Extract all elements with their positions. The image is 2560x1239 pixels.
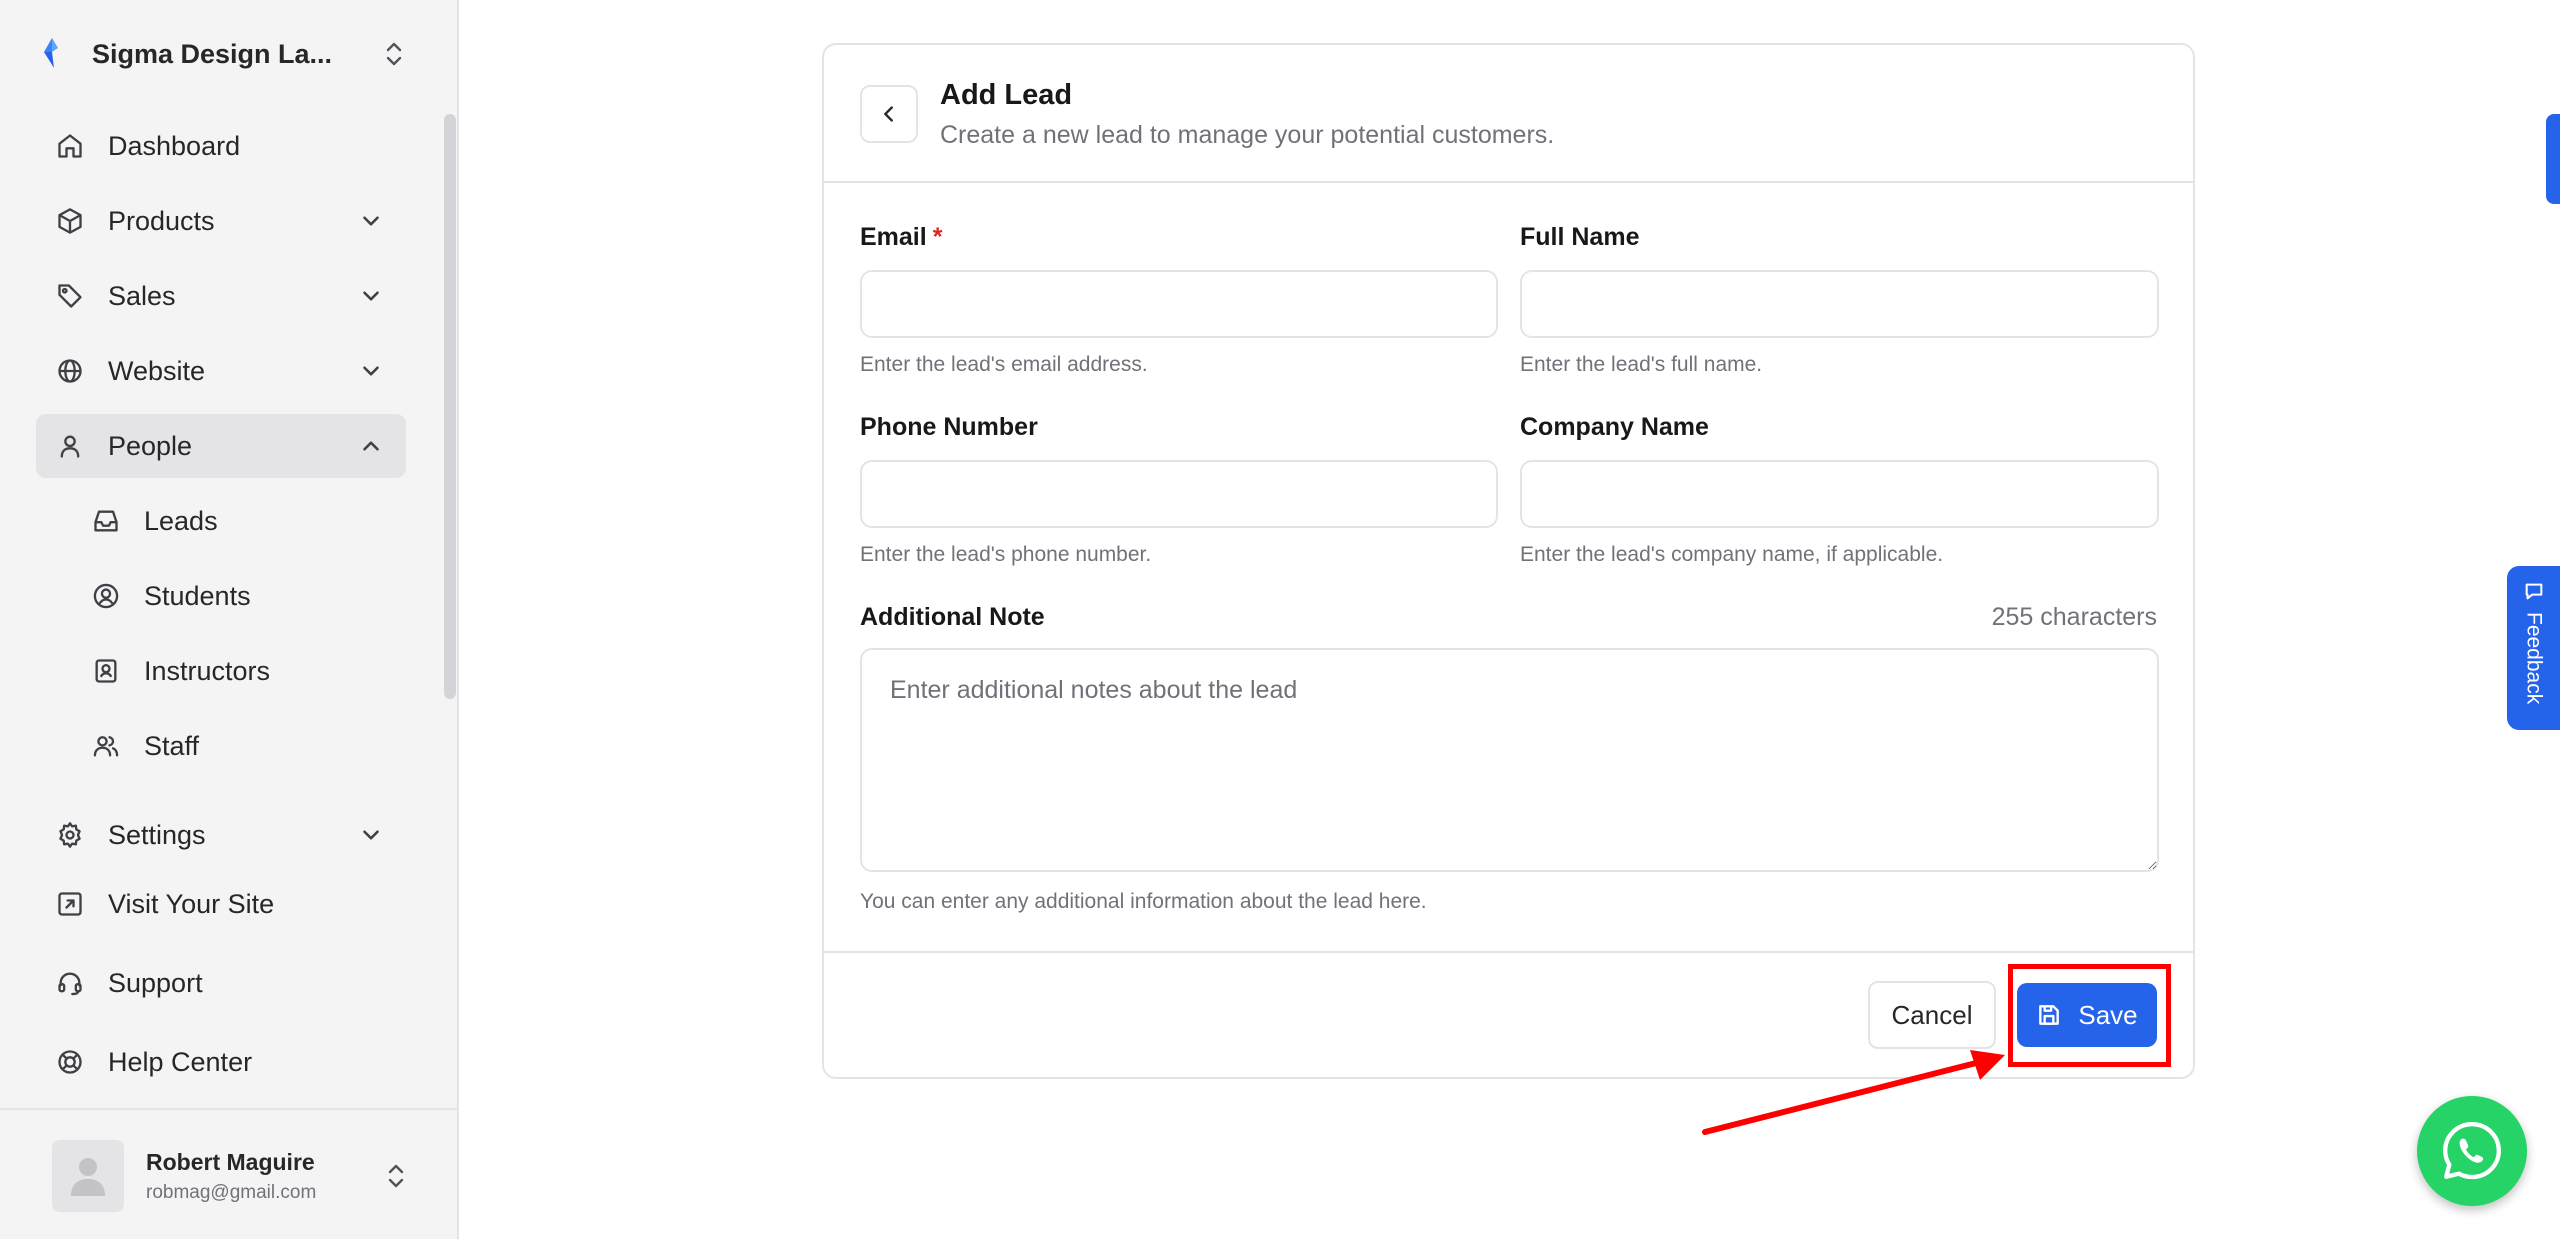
chevron-up-icon [363,441,379,451]
sidebar-item-label: Leads [144,505,218,536]
note-label: Additional Note [860,603,1045,631]
globe-icon [58,359,82,383]
sidebar-item-label: Staff [144,730,200,761]
company-field[interactable] [1520,460,2159,528]
sidebar-item-website[interactable]: Website [36,339,406,403]
phone-field[interactable] [860,460,1498,528]
annotation-arrow [1702,1050,2005,1135]
note-char-count: 255 characters [1991,603,2157,631]
avatar-placeholder-icon [71,1158,105,1196]
box-icon [58,208,82,234]
phone-label: Phone Number [860,413,1038,441]
gear-icon [59,822,81,848]
chevron-down-icon [363,366,379,376]
sidebar-item-label: Products [108,205,215,236]
sidebar-item-label: Help Center [108,1046,253,1077]
full-name-help: Enter the lead's full name. [1520,353,1763,376]
tag-icon [58,284,82,308]
user-icon [60,435,80,458]
feedback-label: Feedback [2522,612,2546,705]
sidebar-item-label: Website [108,355,206,386]
phone-help: Enter the lead's phone number. [860,543,1152,566]
brand-logo-icon [44,38,58,68]
headset-icon [58,972,82,996]
sidebar-user-area: Robert Maguire robmag@gmail.com [0,1108,457,1239]
sidebar-item-sales[interactable]: Sales [36,264,406,328]
sidebar-item-students[interactable]: Students [36,564,406,628]
users-icon [93,736,119,757]
sidebar-item-label: Support [108,967,203,998]
sidebar-item-label: Visit Your Site [108,888,275,919]
email-label-text: Email [860,223,927,251]
chevron-down-icon [363,291,379,301]
sidebar-item-people[interactable]: People [36,414,406,478]
chevron-down-icon [363,830,379,840]
sidebar-item-help-center[interactable]: Help Center [36,1030,406,1094]
inbox-icon [94,510,118,532]
sidebar-item-instructors[interactable]: Instructors [36,639,406,703]
sidebar-item-label: People [108,430,193,461]
full-name-field[interactable] [1520,270,2159,338]
external-link-icon [58,892,82,916]
back-button[interactable] [860,85,918,143]
whatsapp-icon [2443,1122,2501,1180]
id-badge-icon [95,659,117,683]
sidebar-item-label: Settings [108,819,206,850]
email-help: Enter the lead's email address. [860,353,1148,376]
required-mark: * [932,223,943,251]
avatar [52,1140,124,1212]
sidebar-item-products[interactable]: Products [36,189,406,253]
chevron-up-down-icon [386,42,402,66]
user-circle-icon [93,583,119,609]
org-switcher[interactable]: Sigma Design La... [36,26,406,82]
page-subtitle: Create a new lead to manage your potenti… [940,121,1555,149]
sidebar-item-support[interactable]: Support [36,951,406,1015]
chevron-down-icon [363,216,379,226]
app-root: Sigma Design La... Dashboard Products Sa… [0,0,2560,1239]
note-textarea[interactable] [860,648,2159,872]
chevron-up-down-icon [388,1164,404,1188]
home-icon [58,134,82,158]
full-name-label: Full Name [1520,223,1640,251]
company-label: Company Name [1520,413,1709,441]
sidebar-item-label: Students [144,580,251,611]
card-header: Add Lead Create a new lead to manage you… [824,45,2193,183]
chat-bubble-icon [2525,583,2542,600]
sidebar-item-staff[interactable]: Staff [36,714,406,778]
user-email: robmag@gmail.com [146,1181,317,1203]
sidebar-item-settings[interactable]: Settings [36,803,406,867]
sidebar-item-label: Dashboard [108,130,241,161]
sidebar-item-label: Instructors [144,655,271,686]
org-name: Sigma Design La... [92,38,333,69]
whatsapp-button[interactable] [2417,1096,2527,1206]
lifebuoy-icon [58,1050,82,1074]
page-title: Add Lead [940,79,1073,111]
sidebar-scrollbar-thumb[interactable] [444,114,456,699]
highlight-box [2008,964,2171,1067]
sidebar-item-visit-site[interactable]: Visit Your Site [36,872,406,936]
sidebar-item-leads[interactable]: Leads [36,489,406,553]
email-label: Email * [860,223,942,252]
cancel-button[interactable]: Cancel [1868,981,1996,1049]
chevron-left-icon [884,106,893,122]
company-help: Enter the lead's company name, if applic… [1520,543,1944,566]
sidebar-item-label: Sales [108,280,176,311]
email-field[interactable] [860,270,1498,338]
sidebar: Sigma Design La... Dashboard Products Sa… [0,0,459,1239]
edge-tab[interactable] [2546,114,2560,204]
note-help: You can enter any additional information… [860,890,1427,913]
sidebar-item-dashboard[interactable]: Dashboard [36,114,406,178]
user-info: Robert Maguire robmag@gmail.com [146,1149,384,1204]
user-menu[interactable]: Robert Maguire robmag@gmail.com [52,1138,408,1214]
add-lead-card: Add Lead Create a new lead to manage you… [822,43,2195,1079]
user-name: Robert Maguire [146,1148,315,1175]
feedback-tab[interactable]: Feedback [2507,566,2560,730]
